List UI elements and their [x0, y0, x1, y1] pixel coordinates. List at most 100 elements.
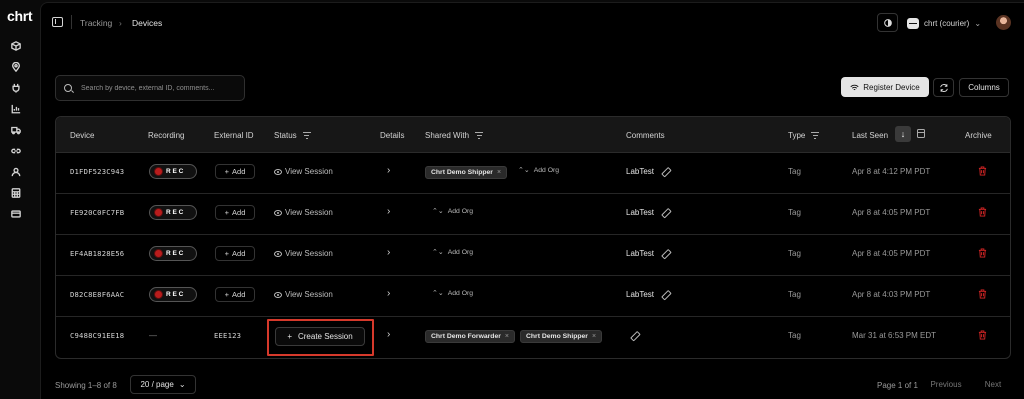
header-external-id[interactable]: External ID: [214, 131, 254, 140]
last-seen: Apr 8 at 4:03 PM PDT: [852, 290, 931, 299]
last-seen: Apr 8 at 4:05 PM PDT: [852, 208, 931, 217]
next-page-button[interactable]: Next: [976, 375, 1010, 394]
filter-icon[interactable]: [811, 132, 820, 139]
comment-text: LabTest: [626, 208, 655, 217]
add-external-id-button[interactable]: + Add: [215, 205, 255, 220]
app-logo[interactable]: chrt: [7, 8, 33, 24]
truck-icon[interactable]: [10, 124, 22, 136]
previous-page-button[interactable]: Previous: [924, 375, 968, 394]
map-pin-icon[interactable]: [10, 61, 22, 73]
plug-icon[interactable]: [10, 82, 22, 94]
trash-icon[interactable]: [978, 289, 987, 299]
view-session-label: View Session: [285, 208, 333, 217]
record-button[interactable]: REC: [149, 246, 197, 261]
theme-toggle-button[interactable]: [877, 13, 898, 32]
recording-empty: —: [149, 331, 157, 340]
header-shared-with-label: Shared With: [425, 131, 470, 140]
filter-icon[interactable]: [475, 132, 484, 139]
header-shared-with[interactable]: Shared With: [425, 131, 484, 140]
avatar[interactable]: [996, 15, 1011, 30]
columns-button[interactable]: Columns: [959, 78, 1009, 97]
pencil-icon[interactable]: [661, 208, 670, 217]
breadcrumb-tracking[interactable]: Tracking: [80, 18, 112, 28]
table-row[interactable]: EF4AB1828E56 REC + Add View Session › ⌃⌄ A…: [56, 235, 1010, 276]
table-row[interactable]: FE920C0FC7FB REC + Add View Session › ⌃⌄ A…: [56, 194, 1010, 235]
header-recording[interactable]: Recording: [148, 131, 184, 140]
add-org-button[interactable]: ⌃⌄ Add Org: [432, 208, 473, 216]
pencil-icon[interactable]: [661, 167, 670, 176]
header-device[interactable]: Device: [70, 131, 94, 140]
pencil-icon[interactable]: [661, 290, 670, 299]
device-type: Tag: [788, 167, 801, 176]
filter-icon[interactable]: [302, 132, 311, 139]
plus-icon: +: [224, 167, 230, 176]
header-status[interactable]: Status: [274, 131, 311, 140]
sidebar-toggle-icon[interactable]: [52, 17, 63, 27]
chevron-right-icon[interactable]: ›: [387, 206, 390, 217]
add-org-label: Add Org: [447, 290, 474, 297]
shared-org-name: Chrt Demo Shipper: [526, 333, 588, 340]
add-org-button[interactable]: ⌃⌄ Add Org: [518, 166, 560, 175]
add-external-id-button[interactable]: + Add: [215, 246, 255, 261]
search-box[interactable]: [55, 75, 245, 101]
remove-icon[interactable]: ×: [497, 169, 501, 176]
record-button[interactable]: REC: [149, 287, 197, 302]
chevron-right-icon[interactable]: ›: [387, 288, 390, 299]
link-icon[interactable]: [10, 145, 22, 157]
shared-org-chip: Chrt Demo Shipper ×: [520, 330, 603, 343]
org-name: chrt (courier): [924, 18, 970, 28]
register-device-button[interactable]: Register Device: [841, 77, 929, 97]
table-row[interactable]: C9488C91EE18 — EEE123 + Create Session › …: [56, 317, 1010, 358]
divider: [71, 15, 72, 29]
header-type-label: Type: [788, 131, 806, 140]
pencil-icon[interactable]: [630, 331, 639, 340]
shared-org-chip: Chrt Demo Forwarder ×: [425, 330, 515, 343]
add-org-button[interactable]: ⌃⌄ Add Org: [432, 290, 474, 298]
remove-icon[interactable]: ×: [505, 333, 509, 340]
view-session-link[interactable]: View Session: [274, 208, 333, 217]
record-button[interactable]: REC: [149, 164, 197, 179]
create-session-button[interactable]: + Create Session: [275, 327, 365, 346]
table-row[interactable]: D82C8E8F6AAC REC + Add View Session › ⌃⌄ A…: [56, 276, 1010, 317]
chevron-right-icon[interactable]: ›: [387, 247, 390, 258]
trash-icon[interactable]: [978, 248, 987, 258]
org-logo-icon: [907, 17, 919, 29]
add-external-id-button[interactable]: + Add: [215, 287, 255, 302]
view-session-link[interactable]: View Session: [274, 249, 333, 258]
shared-org-chip: Chrt Demo Shipper ×: [425, 166, 508, 179]
box-icon[interactable]: [10, 40, 22, 52]
trash-icon[interactable]: [978, 330, 987, 340]
bar-chart-icon[interactable]: [10, 103, 22, 115]
calendar-icon[interactable]: [917, 129, 925, 138]
add-org-button[interactable]: ⌃⌄ Add Org: [432, 248, 473, 257]
remove-icon[interactable]: ×: [592, 333, 596, 340]
pagination-summary: Showing 1–8 of 8: [55, 381, 117, 390]
page-size-value: 20 / page: [140, 380, 174, 389]
trash-icon[interactable]: [978, 166, 987, 176]
calculator-icon[interactable]: [10, 187, 22, 199]
add-external-id-button[interactable]: + Add: [215, 164, 255, 179]
add-org-label: Add Org: [533, 167, 560, 174]
devices-table: Device Recording External ID Status Deta…: [55, 116, 1011, 359]
trash-icon[interactable]: [978, 207, 987, 217]
user-icon[interactable]: [10, 166, 22, 178]
record-button[interactable]: REC: [149, 205, 197, 220]
refresh-button[interactable]: [933, 78, 954, 97]
view-session-link[interactable]: View Session: [274, 167, 333, 176]
org-switcher[interactable]: chrt (courier) ⌄: [907, 16, 981, 30]
credit-card-icon[interactable]: [10, 208, 22, 220]
search-input[interactable]: [81, 82, 241, 95]
up-down-icon: ⌃⌄: [432, 248, 444, 256]
up-down-icon: ⌃⌄: [518, 166, 530, 174]
header-comments[interactable]: Comments: [626, 131, 665, 140]
view-session-link[interactable]: View Session: [274, 290, 333, 299]
header-type[interactable]: Type: [788, 131, 820, 140]
header-last-seen[interactable]: Last Seen: [852, 131, 888, 140]
chevron-right-icon[interactable]: ›: [387, 329, 390, 340]
sort-descending-icon[interactable]: ↓: [895, 126, 911, 142]
pencil-icon[interactable]: [661, 249, 670, 258]
chevron-right-icon[interactable]: ›: [387, 165, 390, 176]
table-row[interactable]: D1FDF523C943 REC + Add View Session › Chr…: [56, 153, 1010, 194]
page-size-select[interactable]: 20 / page ⌄: [130, 375, 196, 394]
header-details[interactable]: Details: [380, 131, 404, 140]
